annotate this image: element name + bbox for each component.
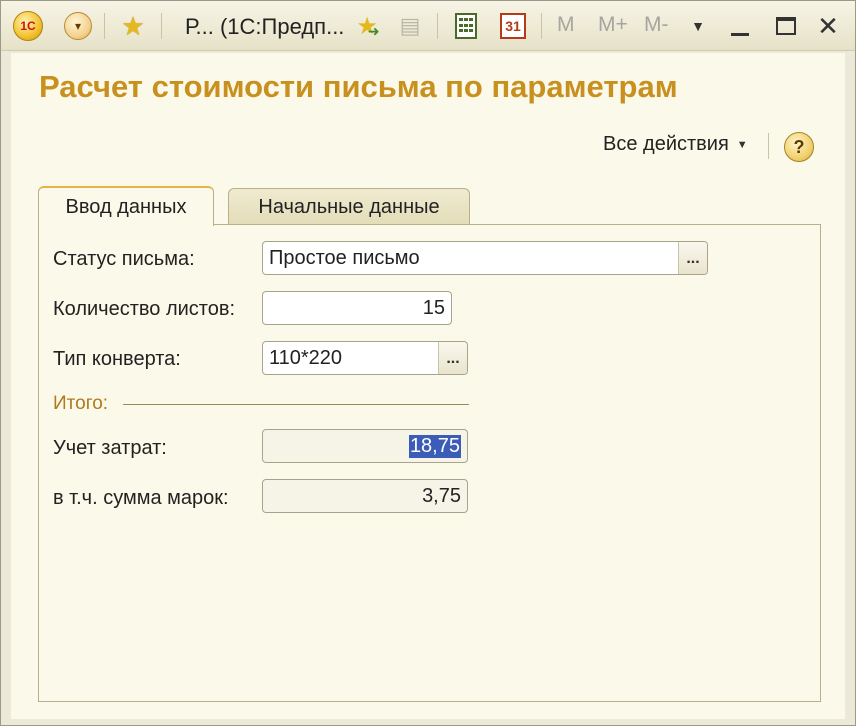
cost-label: Учет затрат: xyxy=(53,437,167,459)
form-content: Расчет стоимости письма по параметрам Вс… xyxy=(11,53,845,719)
1c-logo-icon[interactable]: 1С xyxy=(11,9,45,43)
sheets-label: Количество листов: xyxy=(53,298,236,320)
status-field[interactable]: Простое письмо ... xyxy=(262,241,708,275)
title-bar: 1С ▾ ★ Р... (1С:Предп... ★ ➜ ▤ 31 M M+ M-… xyxy=(1,1,855,51)
app-window: 1С ▾ ★ Р... (1С:Предп... ★ ➜ ▤ 31 M M+ M-… xyxy=(0,0,856,726)
envelope-value: 110*220 xyxy=(269,346,343,369)
total-group-title: Итого: xyxy=(53,393,109,414)
chevron-down-icon: ▾ xyxy=(64,12,92,40)
1c-logo-text: 1С xyxy=(13,11,43,41)
sheets-field[interactable]: 15 xyxy=(262,291,452,325)
envelope-label: Тип конверта: xyxy=(53,348,181,370)
close-icon[interactable]: ✕ xyxy=(811,9,845,43)
cost-field[interactable]: 18,75 xyxy=(262,429,468,463)
main-menu-button[interactable]: ▾ xyxy=(61,9,95,43)
toolbar-separator xyxy=(161,13,162,39)
help-icon[interactable]: ? xyxy=(784,132,814,162)
status-value: Простое письмо xyxy=(269,246,420,269)
toolbar-separator xyxy=(437,13,438,39)
toolbar-separator xyxy=(541,13,542,39)
memory-button-m-plus[interactable]: M+ xyxy=(598,13,628,37)
all-actions-button[interactable]: Все действия ▼ xyxy=(603,133,748,156)
minimize-icon[interactable] xyxy=(723,9,757,43)
toolbar-separator xyxy=(768,133,769,159)
page-title: Расчет стоимости письма по параметрам xyxy=(39,69,678,104)
stamps-label: в т.ч. сумма марок: xyxy=(53,487,229,509)
calendar-day: 31 xyxy=(500,13,526,39)
memory-button-m-minus[interactable]: M- xyxy=(644,13,669,37)
calculator-icon[interactable] xyxy=(451,9,481,43)
envelope-pick-button[interactable]: ... xyxy=(438,342,467,374)
status-label: Статус письма: xyxy=(53,248,195,270)
status-pick-button[interactable]: ... xyxy=(678,242,707,274)
add-to-favorites-icon[interactable]: ★ ➜ xyxy=(349,9,387,43)
cost-value: 18,75 xyxy=(408,434,461,458)
sheets-value: 15 xyxy=(422,296,445,319)
caret-down-icon[interactable]: ▼ xyxy=(685,9,711,43)
memory-button-m[interactable]: M xyxy=(557,13,575,37)
stamps-value: 3,75 xyxy=(422,484,461,507)
window-title: Р... (1С:Предп... xyxy=(185,14,345,39)
maximize-icon[interactable] xyxy=(769,9,803,43)
favorite-star-icon[interactable]: ★ xyxy=(115,9,151,43)
calendar-icon[interactable]: 31 xyxy=(497,9,529,43)
all-actions-label: Все действия xyxy=(603,133,729,155)
envelope-field[interactable]: 110*220 ... xyxy=(262,341,468,375)
stamps-field[interactable]: 3,75 xyxy=(262,479,468,513)
caret-down-icon: ▼ xyxy=(736,138,748,151)
toolbar-separator xyxy=(104,13,105,39)
group-divider xyxy=(123,404,469,405)
tab-initial-data[interactable]: Начальные данные xyxy=(228,188,470,226)
document-icon[interactable]: ▤ xyxy=(395,9,425,43)
tab-data-input[interactable]: Ввод данных xyxy=(38,186,214,226)
